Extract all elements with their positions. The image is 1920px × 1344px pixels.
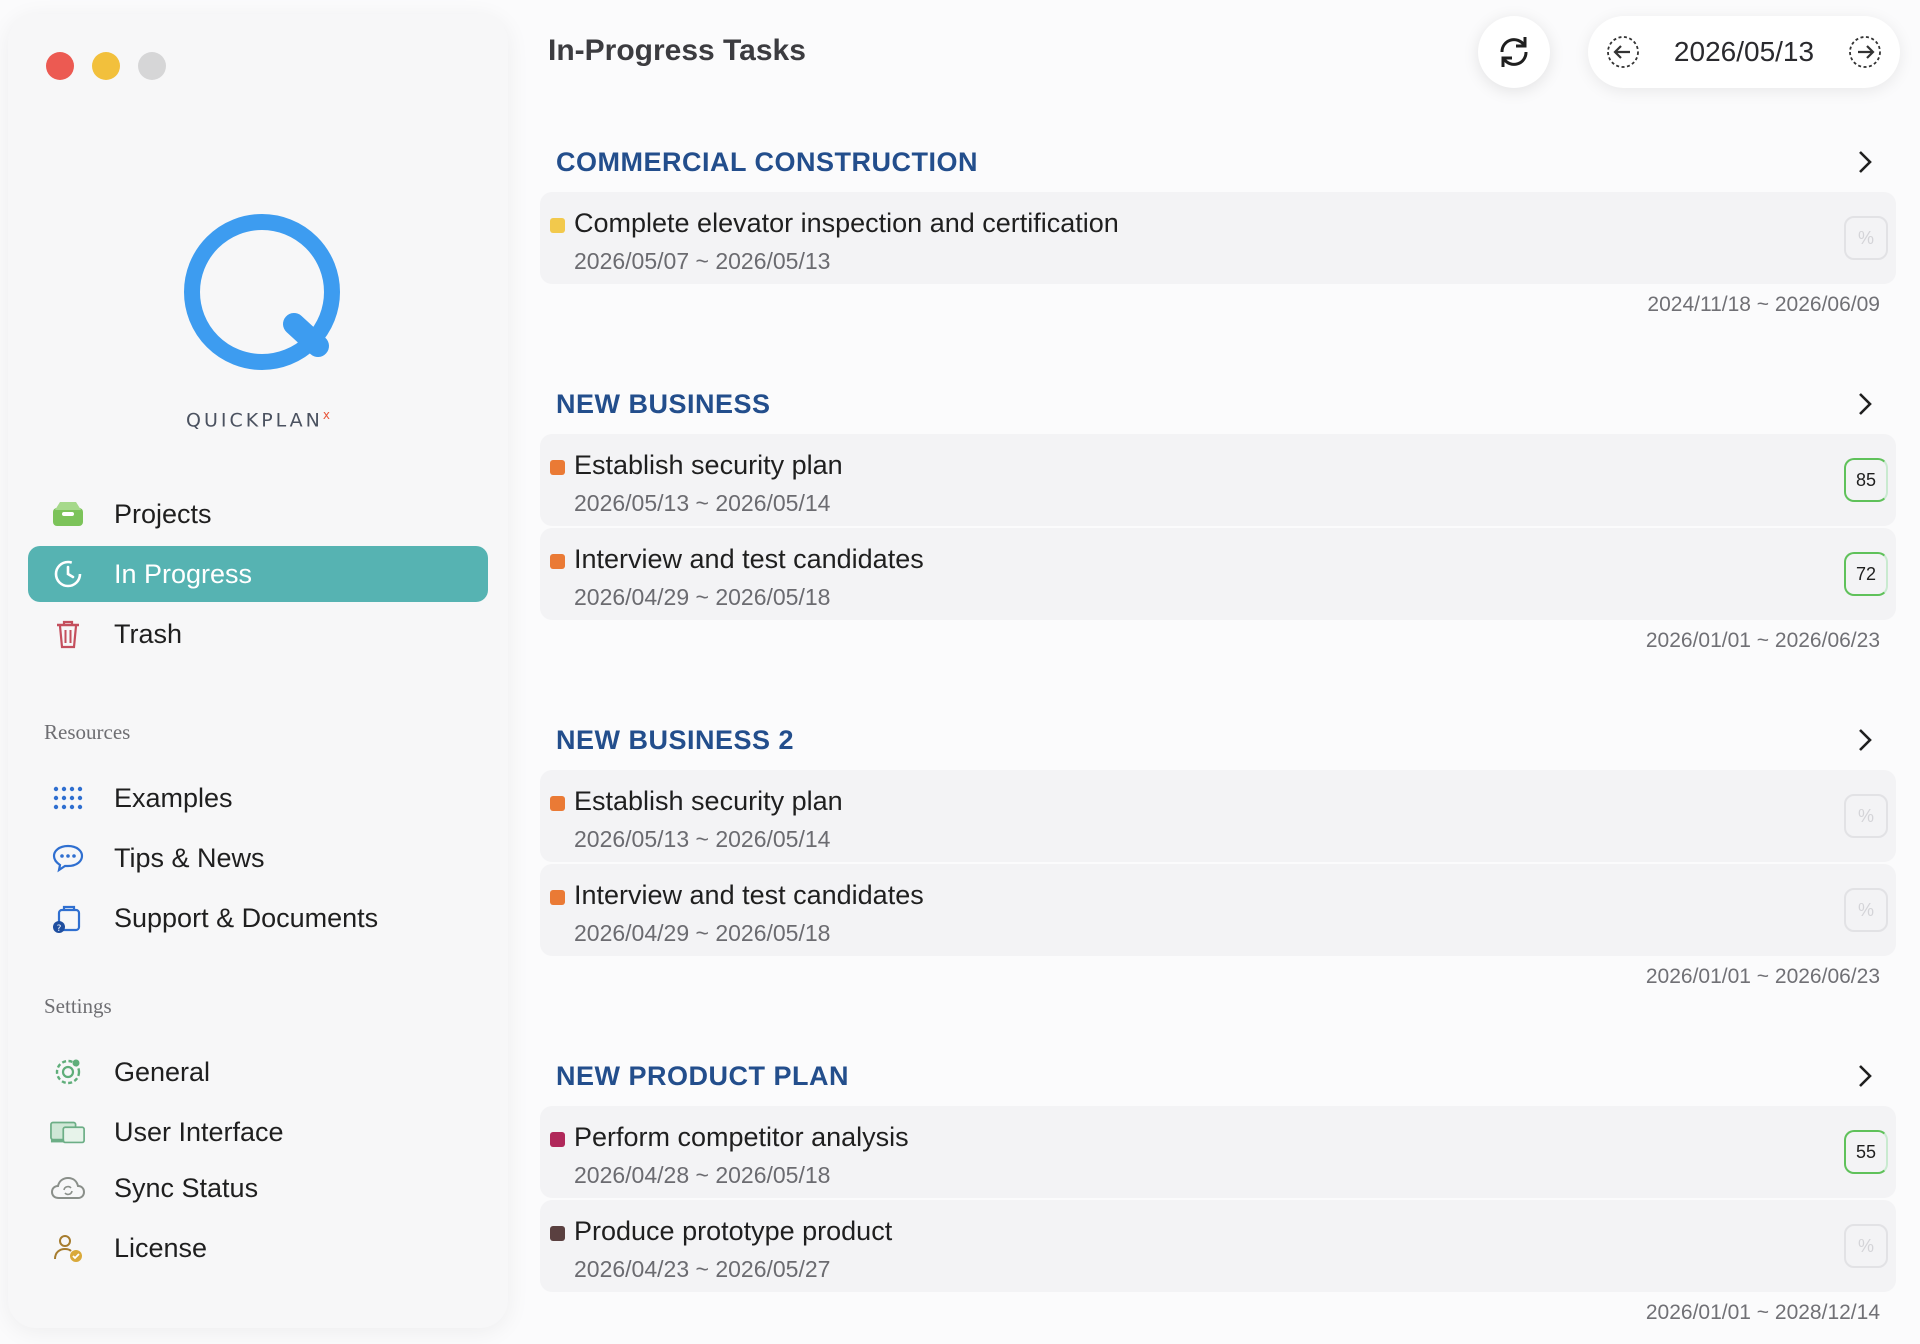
task-progress-badge[interactable]: 85 — [1844, 458, 1888, 502]
gear-icon — [50, 1054, 86, 1090]
task-name: Perform competitor analysis — [574, 1122, 909, 1152]
brand-wordmark: QUICKPLANx — [186, 408, 330, 432]
sidebar: QUICKPLANx Projects In Progress Trash Re… — [8, 14, 508, 1328]
task-dates: 2026/04/29 ~ 2026/05/18 — [574, 920, 831, 946]
chevron-right-icon[interactable] — [1850, 725, 1880, 755]
task-name: Produce prototype product — [574, 1216, 893, 1246]
group-date-range: 2024/11/18 ~ 2026/06/09 — [1647, 293, 1880, 316]
group-header[interactable]: COMMERCIAL CONSTRUCTION — [540, 132, 1896, 192]
chevron-right-icon[interactable] — [1850, 147, 1880, 177]
project-group-commercial-construction: COMMERCIAL CONSTRUCTION Complete elevato… — [540, 132, 1896, 324]
group-date-range: 2026/01/01 ~ 2026/06/23 — [1645, 965, 1880, 988]
task-row[interactable]: Complete elevator inspection and certifi… — [540, 192, 1896, 284]
current-date[interactable]: 2026/05/13 — [1674, 36, 1814, 68]
task-color-marker — [550, 1132, 565, 1147]
sidebar-item-support-documents[interactable]: ? Support & Documents — [28, 890, 488, 946]
sidebar-item-tips-news[interactable]: Tips & News — [28, 830, 488, 886]
project-group-new-business: NEW BUSINESS Establish security plan 202… — [540, 374, 1896, 660]
quickplan-logo-icon — [184, 214, 340, 370]
svg-text:?: ? — [57, 924, 62, 934]
group-date-range: 2026/01/01 ~ 2028/12/14 — [1645, 1301, 1880, 1324]
task-dates: 2026/05/13 ~ 2026/05/14 — [574, 826, 831, 852]
project-group-new-product-plan: NEW PRODUCT PLAN Perform competitor anal… — [540, 1046, 1896, 1332]
task-progress-badge[interactable]: % — [1844, 794, 1888, 838]
chevron-right-icon[interactable] — [1850, 389, 1880, 419]
trash-icon — [50, 616, 86, 652]
previous-date-button[interactable] — [1604, 33, 1642, 71]
project-group-new-business-2: NEW BUSINESS 2 Establish security plan 2… — [540, 710, 1896, 996]
cloud-sync-icon — [50, 1170, 86, 1206]
task-dates: 2026/04/29 ~ 2026/05/18 — [574, 584, 831, 610]
task-name: Interview and test candidates — [574, 544, 924, 574]
group-title: NEW PRODUCT PLAN — [556, 1060, 849, 1091]
resources-nav: Examples Tips & News ? Support & Documen… — [28, 770, 488, 950]
sidebar-item-in-progress[interactable]: In Progress — [28, 546, 488, 602]
group-title: NEW BUSINESS — [556, 388, 771, 419]
sidebar-item-license[interactable]: License — [28, 1220, 488, 1276]
tray-icon — [50, 496, 86, 532]
person-badge-icon — [50, 1230, 86, 1266]
main-nav: Projects In Progress Trash — [28, 486, 488, 666]
date-selector: 2026/05/13 — [1588, 16, 1900, 88]
task-row[interactable]: Interview and test candidates 2026/04/29… — [540, 528, 1896, 620]
grid-icon — [50, 780, 86, 816]
settings-nav: General User Interface — [28, 1044, 488, 1164]
group-title: COMMERCIAL CONSTRUCTION — [556, 146, 978, 177]
arrow-left-circle-icon — [1607, 36, 1639, 68]
task-progress-badge[interactable]: % — [1844, 1224, 1888, 1268]
task-color-marker — [550, 890, 565, 905]
task-dates: 2026/04/23 ~ 2026/05/27 — [574, 1256, 831, 1282]
group-title: NEW BUSINESS 2 — [556, 724, 795, 755]
task-name: Interview and test candidates — [574, 880, 924, 910]
group-header[interactable]: NEW BUSINESS — [540, 374, 1896, 434]
group-header[interactable]: NEW BUSINESS 2 — [540, 710, 1896, 770]
group-date-range: 2026/01/01 ~ 2026/06/23 — [1645, 629, 1880, 652]
clock-icon — [50, 556, 86, 592]
minimize-window-button[interactable] — [92, 52, 120, 80]
sidebar-item-user-interface[interactable]: User Interface — [28, 1104, 488, 1160]
task-progress-badge[interactable]: % — [1844, 888, 1888, 932]
chevron-right-icon[interactable] — [1850, 1061, 1880, 1091]
chat-bubble-icon — [50, 840, 86, 876]
sidebar-item-trash[interactable]: Trash — [28, 606, 488, 662]
refresh-button[interactable] — [1478, 16, 1550, 88]
task-row[interactable]: Establish security plan 2026/05/13 ~ 202… — [540, 434, 1896, 526]
bottom-nav: Sync Status License — [28, 1160, 488, 1280]
close-window-button[interactable] — [46, 52, 74, 80]
task-dates: 2026/05/13 ~ 2026/05/14 — [574, 490, 831, 516]
resources-section-label: Resources — [44, 720, 131, 744]
task-row[interactable]: Perform competitor analysis 2026/04/28 ~… — [540, 1106, 1896, 1198]
task-name: Establish security plan — [574, 786, 843, 816]
task-name: Complete elevator inspection and certifi… — [574, 208, 1119, 238]
task-row[interactable]: Produce prototype product 2026/04/23 ~ 2… — [540, 1200, 1896, 1292]
task-color-marker — [550, 218, 565, 233]
task-progress-badge[interactable]: 72 — [1844, 552, 1888, 596]
window-controls — [46, 52, 166, 80]
task-row[interactable]: Interview and test candidates 2026/04/29… — [540, 864, 1896, 956]
task-row[interactable]: Establish security plan 2026/05/13 ~ 202… — [540, 770, 1896, 862]
sidebar-item-general[interactable]: General — [28, 1044, 488, 1100]
sidebar-item-sync-status[interactable]: Sync Status — [28, 1160, 488, 1216]
zoom-window-button[interactable] — [138, 52, 166, 80]
task-color-marker — [550, 460, 565, 475]
task-color-marker — [550, 1226, 565, 1241]
task-dates: 2026/05/07 ~ 2026/05/13 — [574, 248, 831, 274]
support-bag-icon: ? — [50, 900, 86, 936]
refresh-icon — [1500, 37, 1528, 67]
app-window: QUICKPLANx Projects In Progress Trash Re… — [0, 0, 1920, 1344]
arrow-right-circle-icon — [1849, 36, 1881, 68]
sidebar-item-projects[interactable]: Projects — [28, 486, 488, 542]
task-name: Establish security plan — [574, 450, 843, 480]
next-date-button[interactable] — [1846, 33, 1884, 71]
display-icon — [50, 1114, 86, 1150]
sidebar-item-examples[interactable]: Examples — [28, 770, 488, 826]
group-header[interactable]: NEW PRODUCT PLAN — [540, 1046, 1896, 1106]
task-color-marker — [550, 554, 565, 569]
page-title: In-Progress Tasks — [548, 34, 806, 67]
task-progress-badge[interactable]: % — [1844, 216, 1888, 260]
task-color-marker — [550, 796, 565, 811]
task-dates: 2026/04/28 ~ 2026/05/18 — [574, 1162, 831, 1188]
settings-section-label: Settings — [44, 994, 112, 1018]
task-progress-badge[interactable]: 55 — [1844, 1130, 1888, 1174]
